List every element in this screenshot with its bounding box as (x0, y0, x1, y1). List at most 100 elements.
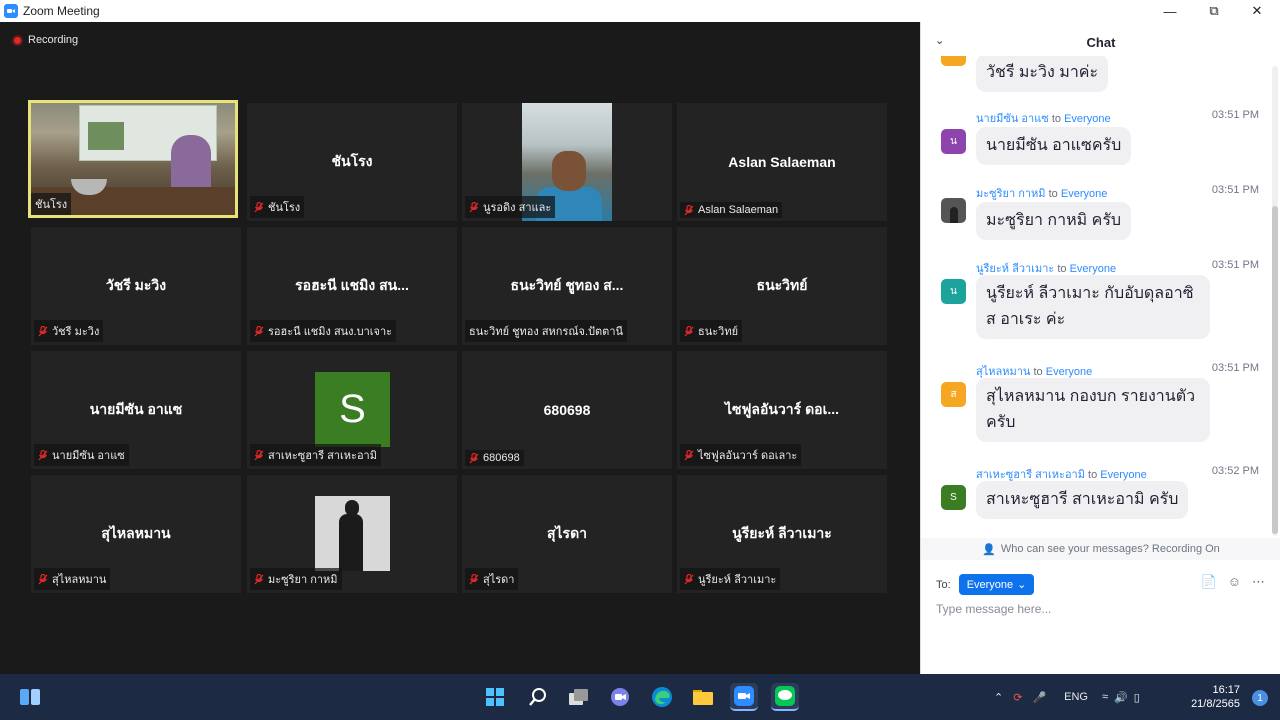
speaker-icon[interactable]: 🔊 (1114, 691, 1128, 704)
participant-display-name: นูรียะห์ ลีวาเมาะ (732, 525, 832, 541)
message-meta: มะซูริยา กาหมิ to Everyone (976, 188, 1108, 200)
zoom-recording-tray-icon[interactable]: ⟳ (1013, 691, 1022, 704)
message-bubble: สุไหลหมาน กองบก รายงานตัว ครับ (976, 378, 1210, 442)
message-time: 03:51 PM (1211, 259, 1259, 271)
participant-display-name: นายมีซัน อาแซ (89, 401, 183, 417)
video-tile[interactable]: 680698 680698 (462, 351, 672, 469)
window-title: Zoom Meeting (23, 4, 100, 18)
participant-name-tag: สุไรดา (465, 568, 519, 590)
message-bubble: สาเหะซูฮารี สาเหะอามิ ครับ (976, 481, 1189, 519)
recording-indicator[interactable]: Recording (12, 34, 78, 46)
chevron-down-icon[interactable]: ⌄ (935, 34, 949, 48)
participant-display-name: สุไหลหมาน (101, 525, 171, 541)
wifi-icon[interactable]: ≈ (1102, 691, 1108, 703)
video-tile[interactable]: ไซฟูลอันวาร์ ดอเ... ไซฟูลอันวาร์ ดอเลาะ (677, 351, 887, 469)
meeting-area: Recording ชันโรง ชันโรง ชันโรง นูรอดิง ส… (0, 22, 920, 674)
start-icon[interactable] (481, 683, 509, 711)
chevron-up-icon[interactable]: ⌃ (994, 691, 1003, 704)
taskbar: ⌃ ⟳ 🎤 ENG ≈ 🔊 ▯ 16:17 21/8/2565 1 (0, 674, 1280, 720)
widgets-icon[interactable] (16, 683, 44, 711)
chat-message-list[interactable]: วัชรี มะวิง มาค่ะ นายมีซัน อาแซ to Every… (921, 56, 1269, 538)
battery-icon[interactable]: ▯ (1134, 691, 1140, 704)
file-explorer-icon[interactable] (689, 683, 717, 711)
recipient-row: To: Everyone ⌄ (936, 574, 1035, 595)
mic-muted-icon (469, 201, 479, 213)
video-tile[interactable]: รอฮะนี แชมิง สน... รอฮะนี แชมิง สนง.บาเจ… (247, 227, 457, 345)
participant-display-name: ไซฟูลอันวาร์ ดอเ... (724, 401, 840, 417)
restore-icon: ⧉ (1209, 3, 1219, 18)
system-tray: ⌃ ⟳ 🎤 ENG ≈ 🔊 ▯ (994, 674, 1140, 720)
video-tile[interactable]: นูรียะห์ ลีวาเมาะ นูรียะห์ ลีวาเมาะ (677, 475, 887, 593)
sender-avatar: น (941, 129, 966, 154)
clock-date: 21/8/2565 (1191, 698, 1240, 710)
more-icon[interactable]: ⋯ (1252, 574, 1265, 590)
chat-title: Chat (1086, 34, 1116, 50)
video-tile[interactable]: สุไหลหมาน สุไหลหมาน (31, 475, 241, 593)
mic-muted-icon (469, 573, 479, 585)
participant-name-tag: สาเหะซูฮารี สาเหะอามิ (250, 444, 381, 466)
minimize-button[interactable]: — (1150, 0, 1190, 22)
video-tile[interactable]: สุไรดา สุไรดา (462, 475, 672, 593)
video-tile[interactable]: นายมีซัน อาแซ นายมีซัน อาแซ (31, 351, 241, 469)
scrollbar-thumb[interactable] (1272, 206, 1278, 534)
chevron-down-icon: ⌄ (1017, 579, 1027, 591)
sender-avatar: S (941, 485, 966, 510)
microphone-icon[interactable]: 🎤 (1032, 691, 1046, 704)
zoom-taskbar-icon[interactable] (730, 683, 758, 711)
participant-avatar: S (315, 372, 390, 447)
participant-avatar (315, 496, 390, 571)
message-time: 03:51 PM (1211, 109, 1259, 121)
mic-muted-icon (684, 204, 694, 216)
participant-name-tag: วัชรี มะวิง (34, 320, 104, 342)
clock[interactable]: 16:17 21/8/2565 (1191, 683, 1240, 711)
mic-muted-icon (254, 573, 264, 585)
maximize-button[interactable]: ⧉ (1194, 0, 1234, 22)
video-tile[interactable]: ธนะวิทย์ ธนะวิทย์ (677, 227, 887, 345)
chat-scrollbar[interactable] (1272, 66, 1278, 536)
participant-display-name: วัชรี มะวิง (105, 277, 167, 293)
line-app-icon[interactable] (771, 683, 799, 711)
recipient-dropdown[interactable]: Everyone ⌄ (958, 574, 1035, 595)
mic-muted-icon (38, 573, 48, 585)
edge-icon[interactable] (648, 683, 676, 711)
notification-badge[interactable]: 1 (1252, 690, 1268, 706)
sender-avatar: ส (941, 382, 966, 407)
file-icon[interactable]: 📄 (1201, 574, 1217, 590)
video-tile[interactable]: วัชรี มะวิง วัชรี มะวิง (31, 227, 241, 345)
search-icon[interactable] (524, 683, 552, 711)
sender-avatar (941, 198, 966, 223)
zoom-app-icon (4, 4, 18, 18)
video-tile[interactable]: มะซูริยา กาหมิ (247, 475, 457, 593)
person-icon: 👤 (982, 543, 996, 556)
participant-name-tag: สุไหลหมาน (34, 568, 111, 590)
participant-name-tag: รอฮะนี แชมิง สนง.บาเจาะ (250, 320, 397, 342)
participant-name-tag: ธนะวิทย์ (680, 320, 743, 342)
emoji-icon[interactable]: ☺ (1228, 574, 1241, 590)
video-tile[interactable]: นูรอดิง สาและ (462, 103, 672, 221)
participant-name-tag: ไซฟูลอันวาร์ ดอเลาะ (680, 444, 802, 466)
sender-avatar (941, 56, 966, 66)
participant-display-name: ชันโรง (331, 153, 373, 169)
mic-muted-icon (684, 449, 694, 461)
teams-chat-icon[interactable] (606, 683, 634, 711)
mic-muted-icon (38, 325, 48, 337)
video-tile[interactable]: ชันโรง ชันโรง (247, 103, 457, 221)
video-tile[interactable]: S สาเหะซูฮารี สาเหะอามิ (247, 351, 457, 469)
chat-panel: ⌄ Chat วัชรี มะวิง มาค่ะ นายมีซัน อาแซ t… (920, 22, 1280, 674)
video-tile[interactable]: ชันโรง (28, 100, 238, 218)
mic-muted-icon (254, 201, 264, 213)
language-indicator[interactable]: ENG (1064, 691, 1088, 703)
video-tile[interactable]: Aslan Salaeman Aslan Salaeman (677, 103, 887, 221)
message-time: 03:51 PM (1211, 362, 1259, 374)
mic-muted-icon (254, 449, 264, 461)
message-bubble: วัชรี มะวิง มาค่ะ (976, 56, 1109, 92)
close-button[interactable]: ✕ (1237, 0, 1277, 22)
mic-muted-icon (684, 573, 694, 585)
participant-name-tag: ชันโรง (250, 196, 305, 218)
message-input[interactable]: Type message here... (936, 602, 1051, 616)
title-bar: Zoom Meeting — ⧉ ✕ (0, 0, 1280, 22)
video-tile[interactable]: ธนะวิทย์ ชูทอง ส... ธนะวิทย์ ชูทอง สหกรณ… (462, 227, 672, 345)
participant-display-name: Aslan Salaeman (728, 154, 836, 170)
message-visibility-link[interactable]: 👤 Who can see your messages? Recording O… (921, 538, 1280, 560)
task-view-icon[interactable] (565, 683, 593, 711)
